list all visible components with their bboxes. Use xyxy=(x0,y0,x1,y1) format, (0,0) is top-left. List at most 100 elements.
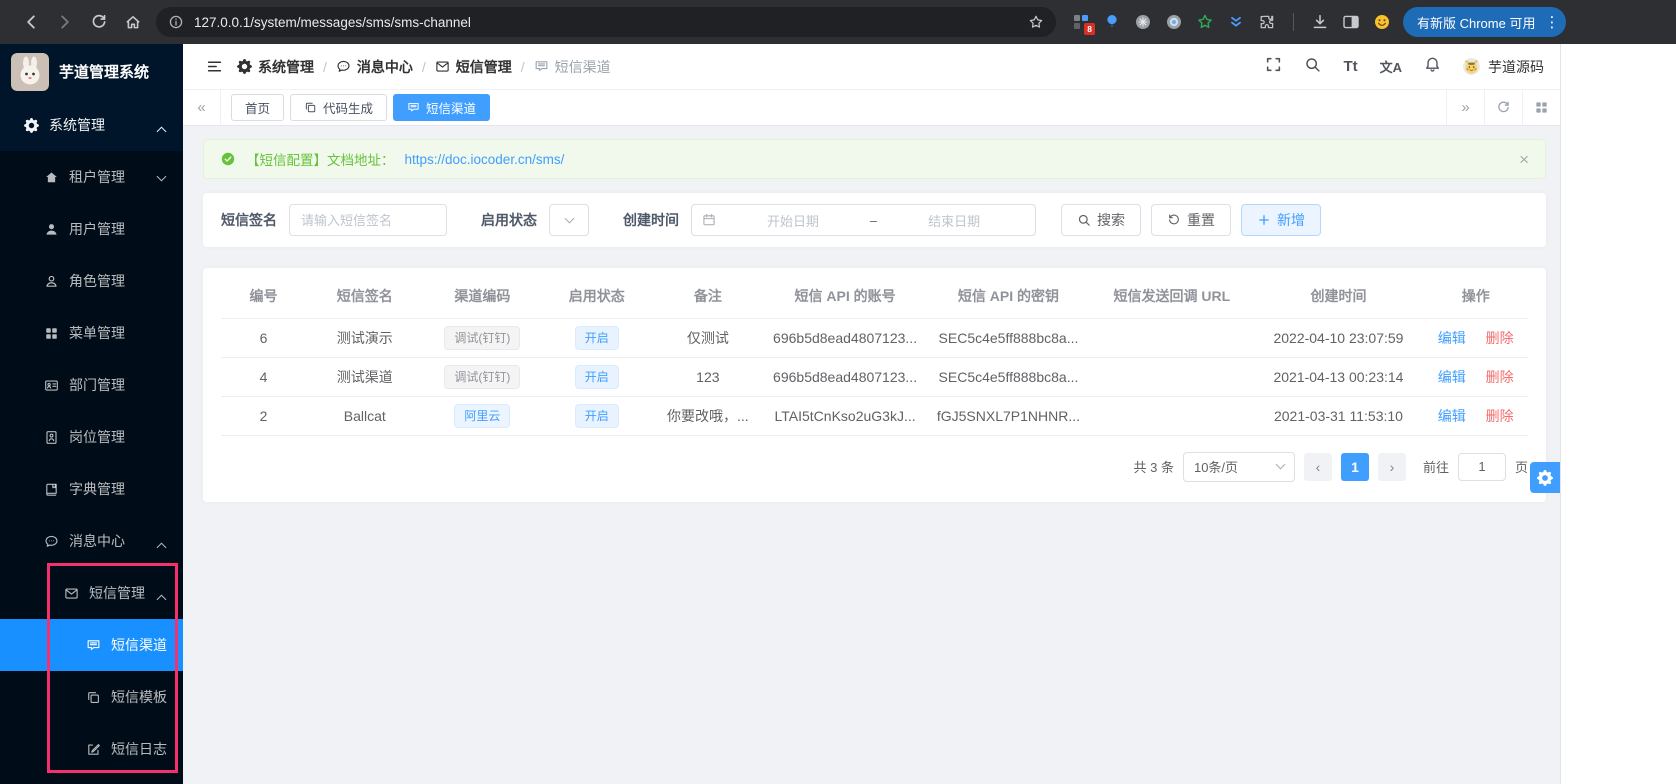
sidebar-item-user[interactable]: 用户管理 xyxy=(0,203,183,255)
signature-input[interactable] xyxy=(289,204,447,236)
cell-remark: 你要改哦，... xyxy=(652,396,764,436)
prev-page-button[interactable]: ‹ xyxy=(1303,452,1332,481)
tab-sms-channel[interactable]: 短信渠道 xyxy=(393,94,491,121)
extension-ring-icon[interactable] xyxy=(1165,13,1183,31)
tab-label: 代码生成 xyxy=(323,102,374,116)
sidebar-item-sms-management[interactable]: 短信管理 xyxy=(0,567,183,619)
chrome-update-label: 有新版 Chrome 可用 xyxy=(1417,15,1536,31)
sidebar-item-sms-log[interactable]: 短信日志 xyxy=(0,723,183,775)
chrome-update-chip[interactable]: 有新版 Chrome 可用 ⋮ xyxy=(1403,7,1567,37)
alert-close-icon[interactable]: × xyxy=(1519,151,1529,168)
tabs-layout-icon[interactable] xyxy=(1522,90,1560,125)
edit-link[interactable]: 编辑 xyxy=(1438,408,1466,424)
cell-channel-code: 阿里云 xyxy=(423,396,542,436)
cell-signature: 测试演示 xyxy=(305,318,424,358)
emoji-icon[interactable] xyxy=(1373,13,1391,31)
edit-link[interactable]: 编辑 xyxy=(1438,330,1466,346)
sidebar-item-post[interactable]: 岗位管理 xyxy=(0,411,183,463)
breadcrumb-item-system[interactable]: 系统管理 xyxy=(237,57,314,77)
browser-menu-icon[interactable]: ⋮ xyxy=(1544,13,1559,31)
sidebar-item-dict[interactable]: 字典管理 xyxy=(0,463,183,515)
sidebar-item-message-center[interactable]: 消息中心 xyxy=(0,515,183,567)
sidebar-filler xyxy=(0,775,183,784)
bookmark-star-icon[interactable] xyxy=(1028,14,1044,30)
cell-created-at: 2021-03-31 11:53:10 xyxy=(1253,396,1424,436)
app-title: 芋道管理系统 xyxy=(59,64,150,81)
breadcrumb-item-message-center[interactable]: 消息中心 xyxy=(336,57,413,77)
col-created-at: 创建时间 xyxy=(1253,274,1424,319)
sidebar-item-system[interactable]: 系统管理 xyxy=(0,99,183,151)
download-icon[interactable] xyxy=(1311,13,1329,31)
delete-link[interactable]: 删除 xyxy=(1486,330,1514,346)
language-icon[interactable]: 文A xyxy=(1380,57,1402,76)
breadcrumb-separator: / xyxy=(421,58,426,75)
date-range-picker[interactable]: 开始日期 – 结束日期 xyxy=(691,204,1036,236)
tabs-refresh-icon[interactable] xyxy=(1484,90,1522,125)
breadcrumb-label: 短信渠道 xyxy=(554,58,611,75)
cell-status: 开启 xyxy=(541,318,653,358)
cell-api-account: LTAI5tCnKso2uG3kJ... xyxy=(763,396,927,436)
search-button[interactable]: 搜索 xyxy=(1061,204,1141,236)
status-select[interactable] xyxy=(549,204,589,236)
extension-grid-icon[interactable]: 8 xyxy=(1072,13,1095,35)
tab-home[interactable]: 首页 xyxy=(231,94,285,121)
book-icon xyxy=(46,483,57,496)
cell-status: 开启 xyxy=(541,357,653,397)
collapse-menu-icon[interactable] xyxy=(199,58,229,75)
fullscreen-icon[interactable] xyxy=(1265,56,1282,78)
notification-bell-icon[interactable] xyxy=(1424,56,1441,78)
sidebar-item-tenant[interactable]: 租户管理 xyxy=(0,151,183,203)
font-size-icon[interactable]: Tt xyxy=(1343,58,1357,75)
page-size-select[interactable]: 10条/页 xyxy=(1182,451,1295,482)
add-button[interactable]: 新增 xyxy=(1241,204,1321,236)
sidebar-item-dept[interactable]: 部门管理 xyxy=(0,359,183,411)
tabs-scroll-right-icon[interactable]: » xyxy=(1446,90,1484,125)
sidebar: 芋道管理系统 系统管理 租户管理 用户管理 角色管理 菜单管理 部门管理 岗位管… xyxy=(0,44,183,784)
breadcrumb-item-sms-management[interactable]: 短信管理 xyxy=(435,57,512,77)
date-start-placeholder[interactable]: 开始日期 xyxy=(722,211,864,230)
page-1-button[interactable]: 1 xyxy=(1340,452,1369,481)
search-icon[interactable] xyxy=(1304,56,1321,78)
reload-icon[interactable] xyxy=(82,5,116,39)
extension-chevrons-icon[interactable] xyxy=(1227,13,1245,31)
date-end-placeholder[interactable]: 结束日期 xyxy=(883,211,1025,230)
role-icon xyxy=(46,275,57,287)
tabbar: « 首页 代码生成 短信渠道 » xyxy=(183,89,1560,126)
add-button-label: 新增 xyxy=(1277,212,1305,228)
edit-link[interactable]: 编辑 xyxy=(1438,369,1466,385)
tab-codegen[interactable]: 代码生成 xyxy=(290,94,388,121)
col-api-account: 短信 API 的账号 xyxy=(763,274,927,319)
extension-balloon-icon[interactable] xyxy=(1103,13,1121,31)
sidebar-item-label: 部门管理 xyxy=(69,377,125,393)
settings-drawer-button[interactable] xyxy=(1530,462,1560,493)
sidebar-item-sms-template[interactable]: 短信模板 xyxy=(0,671,183,723)
sidebar-item-menu[interactable]: 菜单管理 xyxy=(0,307,183,359)
split-screen-icon[interactable] xyxy=(1342,13,1360,31)
delete-link[interactable]: 删除 xyxy=(1486,369,1514,385)
status-tag: 开启 xyxy=(574,364,619,389)
col-api-secret: 短信 API 的密钥 xyxy=(926,274,1091,319)
sidebar-item-sms-channel[interactable]: 短信渠道 xyxy=(0,619,183,671)
site-info-icon[interactable] xyxy=(168,14,184,30)
date-separator: – xyxy=(869,212,878,228)
extension-circle-icon[interactable] xyxy=(1134,13,1152,31)
url-text[interactable]: 127.0.0.1/system/messages/sms/sms-channe… xyxy=(194,15,1028,30)
goto-page-input[interactable] xyxy=(1457,452,1506,481)
forward-icon[interactable] xyxy=(48,5,82,39)
extensions-puzzle-icon[interactable] xyxy=(1258,13,1276,31)
back-icon[interactable] xyxy=(14,5,48,39)
cell-remark: 123 xyxy=(652,357,764,397)
user-menu[interactable]: 芋道源码 xyxy=(1463,57,1544,77)
alert-doc-link[interactable]: https://doc.iocoder.cn/sms/ xyxy=(405,152,565,167)
toolbar-divider xyxy=(1293,13,1294,31)
mail-icon xyxy=(436,61,449,72)
extension-star-icon[interactable] xyxy=(1196,13,1214,31)
next-page-button[interactable]: › xyxy=(1377,452,1406,481)
delete-link[interactable]: 删除 xyxy=(1486,408,1514,424)
sidebar-item-role[interactable]: 角色管理 xyxy=(0,255,183,307)
tabs-scroll-left-icon[interactable]: « xyxy=(183,90,221,125)
reset-button[interactable]: 重置 xyxy=(1151,204,1231,236)
home-icon[interactable] xyxy=(116,5,150,39)
address-bar[interactable]: 127.0.0.1/system/messages/sms/sms-channe… xyxy=(156,7,1056,37)
table-row: 2 Ballcat 阿里云 开启 你要改哦，... LTAI5tCnKso2uG… xyxy=(221,396,1528,436)
